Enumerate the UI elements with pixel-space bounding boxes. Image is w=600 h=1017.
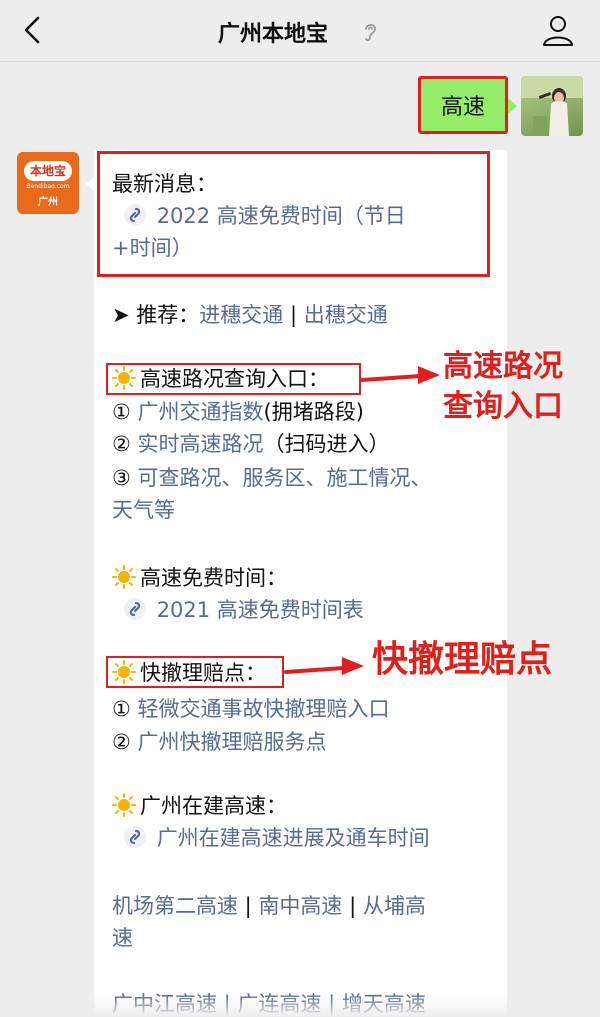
claim-item-1-prefix: ①	[112, 697, 138, 721]
claim-item-2-prefix: ②	[112, 730, 138, 754]
recommend-prefix: ➤ 推荐：	[112, 303, 200, 327]
traffic-item-1: ① 广州交通指数(拥堵路段)	[112, 396, 364, 428]
annotation-traffic-line2: 查询入口	[443, 389, 563, 424]
official-account-avatar[interactable]: 本地宝 Bendibao.com 广州	[17, 152, 79, 214]
news-link-text-1[interactable]: 2022 高速免费时间（节日	[157, 204, 406, 228]
sun-icon	[112, 366, 136, 390]
annotation-arrow-head	[418, 366, 440, 384]
earpiece-mode-icon	[365, 23, 376, 41]
back-icon[interactable]	[18, 14, 48, 46]
logo-url-text: Bendibao.com	[26, 183, 70, 190]
claim-item-1: ① 轻微交通事故快撤理赔入口	[112, 693, 390, 725]
logo-brand-text: 本地宝	[24, 161, 72, 181]
claim-item-2-link[interactable]: 广州快撤理赔服务点	[138, 730, 327, 754]
annotation-claim: 快撤理赔点	[372, 639, 553, 680]
news-link-line1[interactable]: 2022 高速免费时间（节日	[120, 200, 406, 232]
user-avatar[interactable]	[521, 76, 583, 136]
traffic-item-3-link-cont[interactable]: 天气等	[112, 494, 175, 526]
construction-heading: 广州在建高速：	[112, 790, 287, 822]
annotation-traffic-line1: 高速路况	[443, 349, 563, 384]
link-icon	[124, 826, 146, 848]
traffic-item-2-suffix: （扫码进入）	[263, 432, 390, 456]
construction-link-text[interactable]: 广州在建高速进展及通车时间	[157, 826, 430, 850]
free-link-line[interactable]: 2021 高速免费时间表	[120, 594, 364, 626]
free-link-text[interactable]: 2021 高速免费时间表	[157, 598, 364, 622]
traffic-item-1-prefix: ①	[112, 400, 138, 424]
news-link-line2[interactable]: +时间）	[112, 232, 193, 264]
recommend-line: ➤ 推荐：进穗交通 | 出穗交通	[112, 299, 388, 331]
road-link-congpu[interactable]: 从埔高	[363, 894, 426, 918]
sun-icon	[112, 793, 136, 817]
recommend-link-inbound[interactable]: 进穗交通	[199, 303, 283, 327]
road-link-congpu-cont[interactable]: 速	[112, 922, 133, 954]
claim-item-2: ② 广州快撤理赔服务点	[112, 726, 327, 758]
profile-icon[interactable]	[540, 12, 576, 48]
road-link-nanzhong[interactable]: 南中高速	[258, 894, 342, 918]
traffic-item-3: ③ 可查路况、服务区、施工情况、	[112, 462, 432, 494]
top-bar: 广州本地宝	[0, 0, 600, 62]
recommend-separator: |	[283, 303, 304, 327]
traffic-item-2-link[interactable]: 实时高速路况	[138, 432, 264, 456]
page-title: 广州本地宝	[218, 22, 329, 47]
outgoing-bubble-tail	[508, 98, 517, 114]
news-heading: 最新消息：	[112, 172, 217, 196]
road-separator: |	[342, 894, 363, 918]
link-icon	[124, 598, 146, 620]
traffic-heading: 高速路况查询入口：	[112, 363, 329, 395]
bottom-fade	[0, 995, 600, 1017]
roads-line-1: 机场第二高速 | 南中高速 | 从埔高	[112, 890, 426, 922]
traffic-item-1-suffix: (拥堵路段)	[263, 400, 364, 424]
traffic-heading-text: 高速路况查询入口：	[140, 367, 329, 391]
traffic-item-3-prefix: ③	[112, 466, 138, 490]
road-link-airport-second[interactable]: 机场第二高速	[112, 894, 238, 918]
sun-icon	[112, 565, 136, 589]
outgoing-message-text: 高速	[440, 95, 485, 120]
claim-heading: 快撤理赔点：	[112, 657, 266, 689]
road-separator: |	[238, 894, 259, 918]
logo-city-text: 广州	[38, 197, 58, 208]
claim-heading-text: 快撤理赔点：	[140, 661, 266, 685]
annotation-arrow-head	[342, 657, 364, 675]
construction-link-line[interactable]: 广州在建高速进展及通车时间	[120, 822, 430, 854]
claim-item-1-link[interactable]: 轻微交通事故快撤理赔入口	[138, 697, 390, 721]
link-icon	[124, 204, 146, 226]
sun-icon	[112, 660, 136, 684]
traffic-item-2-prefix: ②	[112, 432, 138, 456]
traffic-item-2: ② 实时高速路况（扫码进入）	[112, 428, 390, 460]
user-photo	[521, 76, 583, 136]
chat-title: 广州本地宝	[210, 14, 400, 48]
recommend-link-outbound[interactable]: 出穗交通	[304, 303, 388, 327]
traffic-item-3-link[interactable]: 可查路况、服务区、施工情况、	[138, 466, 432, 490]
traffic-item-1-link[interactable]: 广州交通指数	[138, 400, 264, 424]
free-heading: 高速免费时间：	[112, 562, 287, 594]
free-heading-text: 高速免费时间：	[140, 566, 287, 590]
outgoing-message-bubble[interactable]: 高速	[418, 76, 508, 134]
construction-heading-text: 广州在建高速：	[140, 794, 287, 818]
